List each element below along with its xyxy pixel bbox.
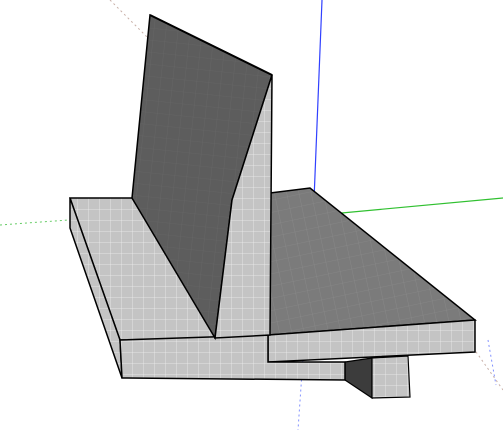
blue-axis-solid [313, 0, 323, 201]
stem-front-face[interactable] [371, 355, 411, 399]
stem-shadow-face[interactable] [344, 357, 373, 400]
green-axis-solid [319, 197, 503, 216]
3d-viewport[interactable] [0, 0, 503, 430]
model-scene[interactable] [0, 0, 503, 430]
green-axis-dotted [0, 219, 69, 226]
blue-axis-dotted-lower [487, 339, 497, 386]
